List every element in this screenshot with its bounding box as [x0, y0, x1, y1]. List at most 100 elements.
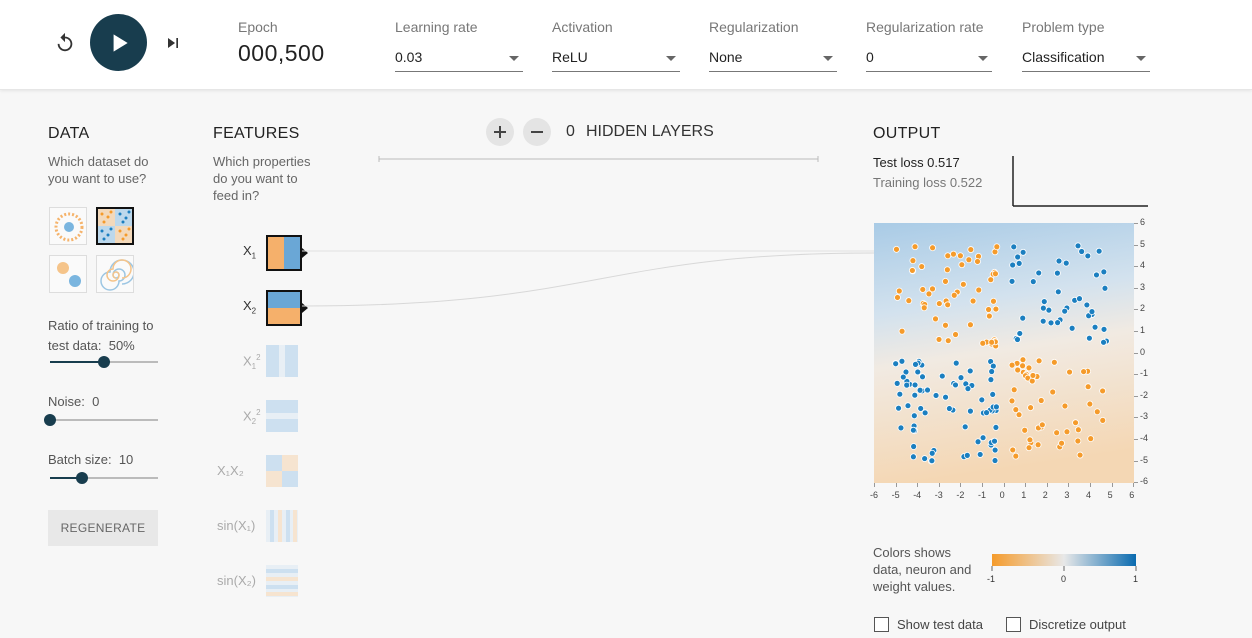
- y-tick-label: 3: [1140, 281, 1146, 292]
- y-tick-mark: [1134, 352, 1138, 354]
- y-tick-mark: [1134, 223, 1138, 224]
- data-point: [983, 409, 990, 417]
- data-point: [990, 297, 997, 305]
- y-tick-mark: [1134, 309, 1138, 311]
- data-point: [1035, 357, 1043, 365]
- data-point: [942, 277, 949, 285]
- data-point: [1053, 269, 1061, 277]
- data-point: [911, 381, 919, 389]
- data-point: [909, 257, 917, 265]
- data-point: [1053, 429, 1061, 437]
- x-tick-label: 1: [1021, 490, 1027, 500]
- y-tick-mark: [1134, 287, 1138, 289]
- x-tick-mark: [1133, 483, 1135, 487]
- data-point: [1061, 402, 1069, 410]
- data-point: [1074, 437, 1082, 445]
- x-tick-label: 2: [1042, 490, 1048, 500]
- data-point: [969, 297, 977, 305]
- y-tick-mark: [1134, 331, 1138, 332]
- data-point: [1076, 295, 1083, 303]
- data-point: [928, 457, 936, 465]
- x-tick-mark: [1046, 483, 1048, 487]
- data-point: [1025, 364, 1033, 372]
- y-tick-mark: [1134, 266, 1138, 268]
- data-point: [1074, 242, 1082, 250]
- data-point: [991, 446, 999, 454]
- data-point: [1045, 306, 1053, 314]
- x-tick-mark: [938, 483, 940, 487]
- data-point: [992, 424, 1000, 431]
- data-point: [1015, 259, 1023, 267]
- y-tick-label: -4: [1140, 433, 1149, 443]
- add-layer-button[interactable]: [486, 118, 514, 146]
- data-point: [1066, 368, 1073, 376]
- data-point: [1086, 400, 1094, 408]
- data-point: [1084, 252, 1092, 260]
- data-point: [1019, 356, 1027, 364]
- data-point: [950, 291, 958, 299]
- data-point: [894, 294, 901, 301]
- test-loss: Test loss 0.517: [873, 155, 960, 170]
- data-point: [1072, 419, 1079, 427]
- data-point: [1027, 404, 1034, 411]
- y-tick-mark: [1134, 460, 1138, 462]
- output-title: OUTPUT: [873, 125, 941, 142]
- y-tick-mark: [1134, 395, 1138, 397]
- remove-layer-button[interactable]: [523, 118, 551, 146]
- data-point: [1050, 358, 1058, 366]
- discretize-output-label: Discretize output: [1029, 617, 1126, 632]
- data-point: [958, 261, 966, 269]
- x-tick-label: -2: [956, 490, 965, 500]
- hidden-layers-label: HIDDEN LAYERS: [586, 123, 714, 140]
- minus-icon: [531, 131, 543, 133]
- data-point: [1025, 444, 1033, 452]
- data-point: [1080, 368, 1088, 375]
- data-point: [952, 381, 959, 389]
- training-loss: Training loss 0.522: [873, 175, 983, 190]
- data-point: [1063, 428, 1071, 436]
- discretize-output-checkbox[interactable]: [1006, 617, 1021, 632]
- data-point: [950, 250, 957, 258]
- x-tick-mark: [874, 483, 875, 487]
- data-point: [892, 360, 900, 368]
- data-point: [965, 256, 973, 264]
- data-point: [919, 286, 927, 293]
- data-point: [1074, 426, 1082, 434]
- data-point: [1008, 361, 1016, 369]
- x-tick-label: -3: [934, 490, 943, 500]
- data-point: [944, 301, 952, 309]
- data-point: [1058, 439, 1065, 447]
- data-point: [979, 434, 987, 442]
- data-point: [920, 304, 928, 312]
- data-point: [1010, 386, 1018, 394]
- data-point: [1019, 362, 1026, 370]
- data-point: [903, 381, 911, 389]
- data-point: [1012, 452, 1020, 460]
- x-tick-mark: [1025, 483, 1027, 487]
- data-point: [1008, 277, 1016, 285]
- show-test-data-checkbox[interactable]: [874, 617, 889, 632]
- data-point: [1019, 314, 1027, 322]
- data-point: [928, 449, 936, 457]
- data-point: [974, 258, 981, 265]
- data-point: [987, 276, 995, 284]
- y-tick-label: 5: [1140, 238, 1146, 249]
- data-point: [1099, 387, 1107, 395]
- data-point: [991, 457, 999, 464]
- x-tick-label: -5: [891, 490, 900, 500]
- y-tick-label: 1: [1140, 325, 1146, 335]
- data-point: [938, 372, 946, 380]
- y-tick-label: 4: [1140, 260, 1146, 271]
- data-point: [1026, 436, 1034, 444]
- x-tick-label: -6: [870, 490, 879, 500]
- y-tick-mark: [1134, 417, 1138, 419]
- data-point: [1037, 397, 1045, 404]
- data-point: [912, 360, 919, 368]
- data-point: [992, 305, 1000, 313]
- data-point: [989, 391, 997, 398]
- y-tick-label: -2: [1140, 389, 1149, 400]
- data-point: [1076, 451, 1084, 459]
- legend-tick-min: -1: [987, 574, 996, 584]
- data-point: [932, 315, 939, 323]
- data-point: [911, 243, 919, 251]
